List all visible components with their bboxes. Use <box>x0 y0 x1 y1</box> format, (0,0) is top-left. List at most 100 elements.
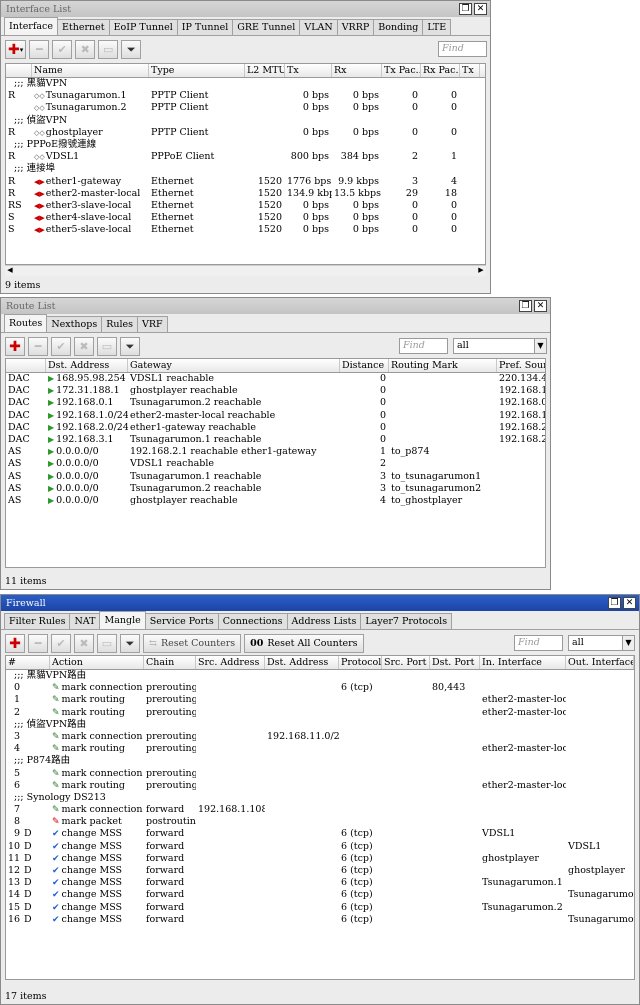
tab-eoip-tunnel[interactable]: EoIP Tunnel <box>108 19 178 35</box>
column-header[interactable]: Rx <box>332 64 382 77</box>
disable-button[interactable]: ✖ <box>75 40 96 59</box>
filter-icon[interactable]: ⏷ <box>121 40 142 59</box>
table-row[interactable]: DAC ▶ 172.31.188.1 ghostplayer reachable 0 19… <box>6 385 545 397</box>
tab-filter-rules[interactable]: Filter Rules <box>4 613 71 629</box>
restore-icon[interactable]: ❐ <box>608 597 621 609</box>
column-header[interactable]: Dst. Address <box>265 656 339 669</box>
close-icon[interactable]: ✕ <box>623 597 636 609</box>
find-input[interactable]: Find <box>438 41 487 57</box>
chevron-down-icon[interactable]: ▼ <box>534 339 546 353</box>
reset-all-counters-button[interactable]: 00 Reset All Counters <box>244 634 364 653</box>
comment-button[interactable]: ▭ <box>98 40 119 59</box>
remove-button[interactable]: ━ <box>29 40 50 59</box>
comment-button[interactable]: ▭ <box>97 337 117 356</box>
table-row[interactable]: 2 ✎ mark routing prerouting ether2-master-lo… <box>6 707 634 719</box>
column-header[interactable]: Type <box>149 64 245 77</box>
disable-button[interactable]: ✖ <box>74 634 94 653</box>
table-row[interactable]: 14D✔change MSSforward6 (tcp)Tsunagarumon… <box>6 889 634 901</box>
tab-nat[interactable]: NAT <box>69 613 101 629</box>
close-icon[interactable]: ✕ <box>474 3 487 15</box>
close-icon[interactable]: ✕ <box>534 300 547 312</box>
filter-icon[interactable]: ⏷ <box>120 337 140 356</box>
table-row[interactable]: 10 D ✔ change MSS forward 6 (tcp) VDSL1 <box>6 841 634 853</box>
table-row[interactable]: R ◀▶ether1-gateway Ethernet 1520 1776 bps 9.9… <box>6 176 485 188</box>
table-row[interactable]: 8✎mark packetpostrouting <box>6 816 634 828</box>
table-row[interactable]: AS ▶ 0.0.0.0/0 192.168.2.1 reachable ether1… <box>6 446 545 458</box>
interface-list-titlebar[interactable]: Interface List ❐ ✕ <box>1 1 490 17</box>
remove-button[interactable]: ━ <box>28 634 48 653</box>
filter-select[interactable]: all ▼ <box>568 635 635 651</box>
tab-layer7-protocols[interactable]: Layer7 Protocols <box>360 613 453 629</box>
table-row[interactable]: S ◀▶ether5-slave-local Ethernet 1520 0 bps 0 … <box>6 224 485 236</box>
column-header[interactable]: Tx Pac... <box>382 64 421 77</box>
tab-vlan[interactable]: VLAN <box>299 19 338 35</box>
enable-button[interactable]: ✔ <box>52 40 73 59</box>
column-header[interactable]: Tx <box>285 64 332 77</box>
tab-connections[interactable]: Connections <box>217 613 288 629</box>
column-header[interactable]: # <box>6 656 50 669</box>
table-row[interactable]: 15 D ✔ change MSS forward 6 (tcp) Tsunagarumon… <box>6 902 634 914</box>
tab-interface[interactable]: Interface <box>4 17 58 35</box>
column-header[interactable]: Src. Address <box>196 656 265 669</box>
table-row[interactable]: 5 ✎ mark connection prerouting <box>6 768 634 780</box>
filter-select[interactable]: all ▼ <box>453 338 547 354</box>
column-header[interactable]: Gateway <box>128 359 340 372</box>
table-row[interactable]: DAC ▶ 192.168.2.0/24 ether1-gateway reachab… <box>6 422 545 434</box>
table-row[interactable]: 9 D ✔ change MSS forward 6 (tcp) VDSL1 <box>6 828 634 840</box>
table-row[interactable]: R ◇◇Tsunagarumon.1 PPTP Client 0 bps 0 bps 0 0 <box>6 90 485 102</box>
comment-button[interactable]: ▭ <box>97 634 117 653</box>
route-list-titlebar[interactable]: Route List ❐ ✕ <box>1 298 550 314</box>
column-header[interactable]: Pref. Sour <box>497 359 545 372</box>
column-header[interactable]: Dst. Port <box>430 656 480 669</box>
tab-vrrp[interactable]: VRRP <box>336 19 375 35</box>
filter-icon[interactable]: ⏷ <box>120 634 140 653</box>
column-header[interactable]: Action <box>50 656 144 669</box>
table-row[interactable]: 4 ✎ mark routing prerouting ether2-master-lo… <box>6 743 634 755</box>
find-input[interactable]: Find <box>514 635 563 651</box>
add-button[interactable]: ✚ <box>5 337 25 356</box>
column-header[interactable]: Protocol <box>339 656 382 669</box>
remove-button[interactable]: ━ <box>28 337 48 356</box>
column-header[interactable]: Chain <box>144 656 196 669</box>
tab-ethernet[interactable]: Ethernet <box>56 19 110 35</box>
tab-vrf[interactable]: VRF <box>137 316 168 332</box>
table-row[interactable]: R ◀▶ether2-master-local Ethernet 1520 134.9 … <box>6 188 485 200</box>
column-header[interactable]: Out. Interface <box>566 656 634 669</box>
table-row[interactable]: AS ▶ 0.0.0.0/0 ghostplayer reachable 4 to_gho… <box>6 495 545 507</box>
table-row[interactable]: 16D✔change MSSforward6 (tcp)Tsunagarumon… <box>6 914 634 926</box>
table-row[interactable]: 6 ✎ mark routing prerouting ether2-master-lo… <box>6 780 634 792</box>
table-row[interactable]: DAC ▶ 192.168.0.1 Tsunagarumon.2 reachable 0… <box>6 397 545 409</box>
chevron-down-icon[interactable]: ▼ <box>622 636 634 650</box>
column-header[interactable]: Routing Mark <box>389 359 497 372</box>
column-header[interactable]: Src. Port <box>382 656 430 669</box>
column-header[interactable]: L2 MTU <box>245 64 285 77</box>
table-row[interactable]: 11 D ✔ change MSS forward 6 (tcp) ghostplayer <box>6 853 634 865</box>
tab-gre-tunnel[interactable]: GRE Tunnel <box>232 19 301 35</box>
table-row[interactable]: 13 D ✔ change MSS forward 6 (tcp) Tsunagarumon… <box>6 877 634 889</box>
column-header[interactable]: Rx Pac... <box>421 64 460 77</box>
table-row[interactable]: R ◇◇ghostplayer PPTP Client 0 bps 0 bps 0 0 <box>6 127 485 139</box>
scroll-right-icon[interactable]: ▶ <box>476 266 486 274</box>
table-row[interactable]: RS ◀▶ether3-slave-local Ethernet 1520 0 bps 0… <box>6 200 485 212</box>
table-row[interactable]: R ◇◇VDSL1 PPPoE Client 800 bps 384 bps 2 1 <box>6 151 485 163</box>
table-row[interactable]: 7 ✎ mark connection forward 192.168.1.108 <box>6 804 634 816</box>
tab-ip-tunnel[interactable]: IP Tunnel <box>176 19 234 35</box>
horizontal-scrollbar[interactable]: ◀ ▶ <box>5 265 486 276</box>
table-row[interactable]: S ◀▶ether4-slave-local Ethernet 1520 0 bps 0 … <box>6 212 485 224</box>
table-row[interactable]: ◇◇Tsunagarumon.2 PPTP Client 0 bps 0 bps 0 0 <box>6 102 485 114</box>
table-row[interactable]: DAC ▶ 192.168.3.1 Tsunagarumon.1 reachable 0… <box>6 434 545 446</box>
column-header[interactable]: Distance <box>340 359 389 372</box>
tab-lte[interactable]: LTE <box>422 19 452 35</box>
add-button[interactable]: ✚ <box>5 634 25 653</box>
restore-icon[interactable]: ❐ <box>459 3 472 15</box>
reset-counters-button[interactable]: ⇆ Reset Counters <box>143 634 242 653</box>
column-header[interactable]: Dst. Address <box>46 359 128 372</box>
table-row[interactable]: 1 ✎ mark routing prerouting ether2-master-lo… <box>6 694 634 706</box>
disable-button[interactable]: ✖ <box>74 337 94 356</box>
tab-mangle[interactable]: Mangle <box>99 611 146 629</box>
table-row[interactable]: AS ▶ 0.0.0.0/0 Tsunagarumon.1 reachable 3 to_… <box>6 471 545 483</box>
table-row[interactable]: DAC ▶ 168.95.98.254 VDSL1 reachable 0 220.134… <box>6 373 545 385</box>
tab-address-lists[interactable]: Address Lists <box>286 613 362 629</box>
enable-button[interactable]: ✔ <box>51 337 71 356</box>
table-row[interactable]: AS ▶ 0.0.0.0/0 Tsunagarumon.2 reachable 3 to_… <box>6 483 545 495</box>
